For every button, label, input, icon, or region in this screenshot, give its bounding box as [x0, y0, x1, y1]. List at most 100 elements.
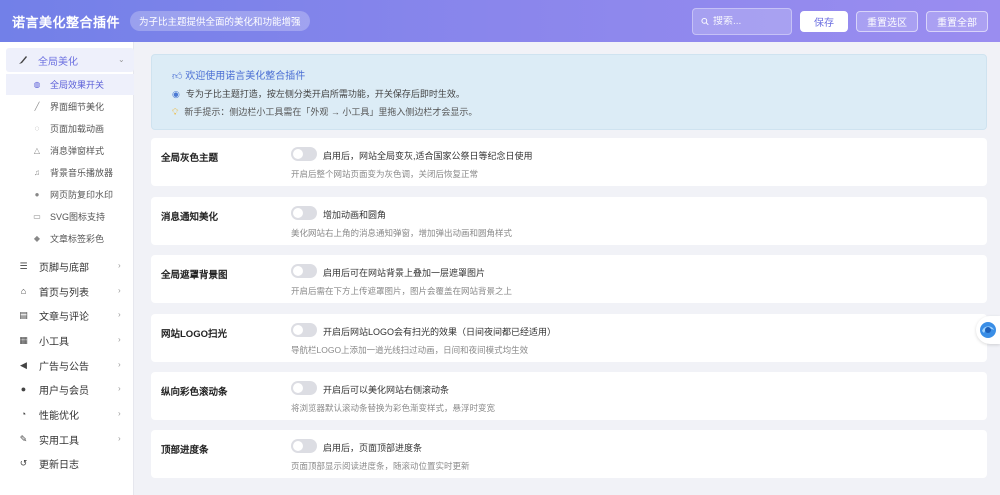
sidebar-item-label: 背景音乐播放器	[50, 168, 114, 178]
toggle-label: 增加动画和圆角	[323, 210, 387, 220]
sidebar-item-label: 全局效果开关	[50, 80, 105, 90]
sidebar-item-message-popup[interactable]: △ 消息弹窗样式	[6, 140, 134, 161]
chevron-right-icon: ›	[118, 335, 121, 344]
sidebar-item-label: 消息弹窗样式	[50, 146, 105, 156]
sidebar-group-performance[interactable]: ◔ 性能优化 ›	[0, 403, 134, 425]
wrench-icon: ✎	[19, 433, 28, 444]
gauge-icon: ◔	[20, 409, 27, 419]
sidebar-group-footer[interactable]: ☰ 页脚与底部 ›	[0, 255, 134, 277]
reset-section-button[interactable]: 重置选区	[856, 10, 918, 32]
layout-icon: ☰	[19, 260, 28, 271]
sidebar-item-svg-icons[interactable]: ▭ SVG图标支持	[6, 206, 134, 227]
save-button[interactable]: 保存	[800, 10, 848, 32]
setting-name: 消息通知美化	[161, 212, 219, 223]
setting-name: 顶部进度条	[161, 445, 209, 456]
setting-description: 开启后需在下方上传遮罩图片，图片会覆盖在网站背景之上	[291, 286, 513, 296]
sidebar-item-ui-details[interactable]: ╱ 界面细节美化	[6, 96, 134, 117]
mask-bg-toggle[interactable]	[291, 264, 317, 278]
sidebar-item-label: 界面细节美化	[50, 102, 105, 112]
grid-icon: ▦	[19, 334, 28, 345]
notification-toggle[interactable]	[291, 206, 317, 220]
search-icon	[701, 17, 709, 25]
setting-card-scrollbar: 纵向彩色滚动条 开启后可以美化网站右侧滚动条 将浏览器默认滚动条替换为彩色渐变样…	[151, 372, 987, 420]
thumbs-up-icon: 👍︎	[172, 71, 183, 82]
grayscale-toggle[interactable]	[291, 147, 317, 161]
image-icon: ▭	[33, 212, 41, 221]
progress-bar-toggle[interactable]	[291, 439, 317, 453]
info-icon: ◉	[172, 89, 180, 99]
reset-all-button[interactable]: 重置全部	[926, 10, 988, 32]
toggle-label: 启用后可在网站背景上叠加一层遮罩图片	[323, 268, 486, 278]
sidebar-item-colorful-tags[interactable]: ◆ 文章标签彩色	[6, 228, 134, 249]
setting-description: 美化网站右上角的消息通知弹窗，增加弹出动画和圆角样式	[291, 228, 513, 238]
floating-assistant-button[interactable]	[976, 316, 1000, 344]
sidebar-item-page-loading[interactable]: ◌ 页面加载动画	[6, 118, 134, 139]
toggle-label: 开启后可以美化网站右侧滚动条	[323, 385, 450, 395]
toggle-label: 启用后，页面顶部进度条	[323, 443, 423, 453]
sidebar-group-changelog[interactable]: ↺ 更新日志	[0, 452, 134, 474]
welcome-panel: 👍︎ 欢迎使用诺言美化整合插件 ◉ 专为子比主题打造，按左侧分类开启所需功能，开关…	[151, 54, 987, 130]
sidebar-group-label: 文章与评论	[39, 311, 89, 323]
top-header: 诺言美化整合插件 为子比主题提供全面的美化和功能增强 保存 重置选区 重置全部	[0, 0, 1000, 42]
sidebar-group-label: 小工具	[39, 336, 69, 348]
welcome-line-1: ◉ 专为子比主题打造，按左侧分类开启所需功能，开关保存后即时生效。	[172, 87, 465, 100]
sidebar-group-articles[interactable]: ▤ 文章与评论 ›	[0, 304, 134, 326]
chevron-right-icon: ›	[118, 434, 121, 443]
sidebar-group-ads[interactable]: ◀ 广告与公告 ›	[0, 354, 134, 376]
chevron-down-icon: ⌄	[118, 55, 125, 64]
globe-icon: ◍	[33, 80, 41, 89]
sidebar-item-label: SVG图标支持	[50, 212, 106, 222]
lightbulb-icon: 💡︎	[172, 107, 179, 117]
sidebar-item-music-player[interactable]: ♫ 背景音乐播放器	[6, 162, 134, 183]
sidebar-group-users[interactable]: ● 用户与会员 ›	[0, 378, 134, 400]
setting-description: 导航栏LOGO上添加一道光线扫过动画，日间和夜间模式均生效	[291, 345, 529, 355]
tag-icon: ◆	[33, 234, 41, 243]
chevron-right-icon: ›	[118, 286, 121, 295]
sidebar-group-widgets[interactable]: ▦ 小工具 ›	[0, 329, 134, 351]
setting-card-notification: 消息通知美化 增加动画和圆角 美化网站右上角的消息通知弹窗，增加弹出动画和圆角样…	[151, 197, 987, 245]
sidebar-group-tools[interactable]: ✎ 实用工具 ›	[0, 428, 134, 450]
sidebar: 全局美化 ⌄ ◍ 全局效果开关 ╱ 界面细节美化 ◌ 页面加载动画 △ 消息弹窗…	[0, 42, 134, 495]
welcome-line-1-text: 专为子比主题打造，按左侧分类开启所需功能，开关保存后即时生效。	[185, 89, 465, 99]
sidebar-item-global-effects[interactable]: ◍ 全局效果开关	[6, 74, 134, 95]
sidebar-group-label: 首页与列表	[39, 287, 89, 299]
sidebar-item-label: 网页防复印水印	[50, 190, 114, 200]
toggle-label: 启用后，网站全局变灰,适合国家公祭日等纪念日使用	[323, 151, 533, 161]
scrollbar-toggle[interactable]	[291, 381, 317, 395]
chevron-right-icon: ›	[118, 310, 121, 319]
welcome-title: 👍︎ 欢迎使用诺言美化整合插件	[172, 67, 305, 82]
setting-description: 开启后整个网站页面变为灰色调，关闭后恢复正常	[291, 169, 479, 179]
drop-icon: ●	[34, 190, 40, 199]
setting-name: 纵向彩色滚动条	[161, 387, 228, 398]
setting-name: 网站LOGO扫光	[161, 329, 227, 340]
user-icon: ●	[20, 384, 27, 394]
header-actions: 保存 重置选区 重置全部	[692, 7, 988, 35]
logo-shine-toggle[interactable]	[291, 323, 317, 337]
brush-icon	[19, 56, 27, 64]
spinner-icon: ◌	[34, 124, 40, 133]
search-box[interactable]	[692, 7, 792, 35]
toggle-label: 开启后网站LOGO会有扫光的效果（日间夜间都已经适用）	[323, 327, 557, 337]
setting-card-grayscale: 全局灰色主题 启用后，网站全局变灰,适合国家公祭日等纪念日使用 开启后整个网站页…	[151, 138, 987, 186]
setting-card-logo-shine: 网站LOGO扫光 开启后网站LOGO会有扫光的效果（日间夜间都已经适用） 导航栏…	[151, 314, 987, 362]
setting-name: 全局遮罩背景图	[161, 270, 228, 281]
setting-description: 页面顶部显示阅读进度条，随滚动位置实时更新	[291, 461, 470, 471]
chevron-right-icon: ›	[118, 384, 121, 393]
setting-card-mask-bg: 全局遮罩背景图 启用后可在网站背景上叠加一层遮罩图片 开启后需在下方上传遮罩图片…	[151, 255, 987, 303]
chevron-right-icon: ›	[118, 360, 121, 369]
sidebar-group-global-beautify[interactable]: 全局美化 ⌄	[6, 48, 134, 72]
tagline-badge: 为子比主题提供全面的美化和功能增强	[130, 11, 310, 31]
chevron-right-icon: ›	[118, 409, 121, 418]
paintbrush-icon: ╱	[34, 102, 40, 111]
sidebar-group-label: 页脚与底部	[39, 262, 89, 274]
sidebar-item-label: 文章标签彩色	[50, 234, 105, 244]
welcome-line-2-text: 新手提示：侧边栏小工具需在「外观 → 小工具」里拖入侧边栏才会显示。	[184, 107, 478, 117]
setting-description: 将浏览器默认滚动条替换为彩色渐变样式，悬浮时变宽	[291, 403, 496, 413]
setting-name: 全局灰色主题	[161, 153, 219, 164]
search-input[interactable]	[713, 15, 783, 27]
sidebar-item-watermark[interactable]: ● 网页防复印水印	[6, 184, 134, 205]
sidebar-item-label: 页面加载动画	[50, 124, 105, 134]
history-icon: ↺	[19, 457, 28, 468]
setting-card-progress-bar: 顶部进度条 启用后，页面顶部进度条 页面顶部显示阅读进度条，随滚动位置实时更新	[151, 430, 987, 478]
sidebar-group-home[interactable]: ⌂ 首页与列表 ›	[0, 280, 134, 302]
